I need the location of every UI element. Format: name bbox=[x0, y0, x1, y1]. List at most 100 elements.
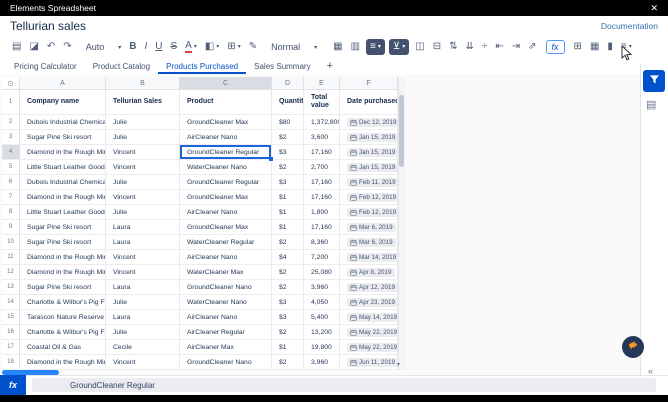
cell-C7[interactable]: GroundCleaner Max bbox=[180, 190, 272, 205]
split-cells-icon[interactable]: ÷ bbox=[480, 40, 490, 54]
cell-F6[interactable]: Feb 11, 2019 bbox=[340, 175, 398, 190]
header-cell-E[interactable]: Total value bbox=[304, 90, 340, 115]
row-number-15[interactable]: 15 bbox=[2, 310, 20, 325]
italic-button[interactable]: I bbox=[142, 40, 149, 54]
cell-B10[interactable]: Laura bbox=[106, 235, 180, 250]
cell-E17[interactable]: 19,800 bbox=[304, 340, 340, 355]
cell-B14[interactable]: Julie bbox=[106, 295, 180, 310]
add-sheet-button[interactable]: + bbox=[319, 60, 341, 74]
cell-A14[interactable]: Charlotte & Wilbur's Pig Farm bbox=[20, 295, 106, 310]
header-cell-F[interactable]: Date purchased bbox=[340, 90, 398, 115]
cell-B17[interactable]: Cecile bbox=[106, 340, 180, 355]
column-header-C[interactable]: C bbox=[180, 77, 272, 90]
cell-B8[interactable]: Julie bbox=[106, 205, 180, 220]
scroll-down-icon[interactable]: ▾ bbox=[397, 361, 400, 368]
cell-B7[interactable]: Vincent bbox=[106, 190, 180, 205]
cell-A4[interactable]: Diamond in the Rough Mine bbox=[20, 145, 106, 160]
indent-increase-icon[interactable]: ⇥ bbox=[510, 40, 522, 54]
cell-A7[interactable]: Diamond in the Rough Mine bbox=[20, 190, 106, 205]
text-color-dropdown[interactable]: A▾ bbox=[183, 40, 199, 54]
font-size-select[interactable]: Auto▾ bbox=[86, 42, 122, 52]
header-cell-A[interactable]: Company name bbox=[20, 90, 106, 115]
cell-B4[interactable]: Vincent bbox=[106, 145, 180, 160]
vertical-align-dropdown[interactable]: ⊻▾ bbox=[389, 39, 409, 55]
row-number-18[interactable]: 18 bbox=[2, 355, 20, 370]
cell-C5[interactable]: WaterCleaner Nano bbox=[180, 160, 272, 175]
cell-E11[interactable]: 7,200 bbox=[304, 250, 340, 265]
cell-F4[interactable]: Jan 15, 2019 bbox=[340, 145, 398, 160]
cell-A5[interactable]: Little Stuart Leather Goods bbox=[20, 160, 106, 175]
cell-C13[interactable]: GroundCleaner Nano bbox=[180, 280, 272, 295]
cell-F14[interactable]: Apr 23, 2019 bbox=[340, 295, 398, 310]
feedback-button[interactable] bbox=[622, 336, 644, 358]
vertical-scrollbar-thumb[interactable] bbox=[399, 95, 404, 167]
cell-E18[interactable]: 3,960 bbox=[304, 355, 340, 370]
row-number-10[interactable]: 10 bbox=[2, 235, 20, 250]
cell-F12[interactable]: Apr 8, 2019 bbox=[340, 265, 398, 280]
row-number-14[interactable]: 14 bbox=[2, 295, 20, 310]
cell-F18[interactable]: Jun 11, 2019 bbox=[340, 355, 398, 370]
documentation-link[interactable]: Documentation bbox=[601, 21, 658, 31]
tab-product-catalog[interactable]: Product Catalog bbox=[85, 60, 158, 74]
cell-E5[interactable]: 2,700 bbox=[304, 160, 340, 175]
cell-A17[interactable]: Coastal Oil & Gas bbox=[20, 340, 106, 355]
cell-A16[interactable]: Charlotte & Wilbur's Pig Farm bbox=[20, 325, 106, 340]
cell-B15[interactable]: Laura bbox=[106, 310, 180, 325]
sort-ascending-icon[interactable]: ⇅ bbox=[447, 40, 459, 54]
cell-F2[interactable]: Dec 12, 2019 bbox=[340, 115, 398, 130]
cell-B2[interactable]: Julie bbox=[106, 115, 180, 130]
cell-A11[interactable]: Diamond in the Rough Mine bbox=[20, 250, 106, 265]
strikethrough-button[interactable]: S bbox=[168, 40, 179, 54]
cell-C16[interactable]: AirCleaner Regular bbox=[180, 325, 272, 340]
row-number-12[interactable]: 12 bbox=[2, 265, 20, 280]
cell-A10[interactable]: Sugar Pine Ski resort bbox=[20, 235, 106, 250]
filter-button[interactable] bbox=[643, 70, 665, 92]
tab-products-purchased[interactable]: Products Purchased bbox=[158, 60, 246, 74]
row-number-6[interactable]: 6 bbox=[2, 175, 20, 190]
close-icon[interactable]: ✕ bbox=[650, 3, 658, 14]
formula-input[interactable]: GroundCleaner Regular bbox=[32, 378, 656, 392]
fill-handle[interactable] bbox=[269, 157, 273, 161]
cell-A6[interactable]: Dubois Industrial Chemicals bbox=[20, 175, 106, 190]
header-cell-C[interactable]: Product bbox=[180, 90, 272, 115]
cell-E7[interactable]: 17,160 bbox=[304, 190, 340, 205]
cell-B13[interactable]: Laura bbox=[106, 280, 180, 295]
cell-B11[interactable]: Vincent bbox=[106, 250, 180, 265]
redo-icon[interactable]: ↷ bbox=[61, 40, 73, 54]
cell-B6[interactable]: Julie bbox=[106, 175, 180, 190]
paint-format-icon[interactable]: ◪ bbox=[27, 40, 40, 54]
horizontal-align-dropdown[interactable]: ≡▾ bbox=[366, 39, 385, 55]
cell-E6[interactable]: 17,160 bbox=[304, 175, 340, 190]
column-header-F[interactable]: F bbox=[340, 77, 398, 90]
tab-sales-summary[interactable]: Sales Summary bbox=[246, 60, 318, 74]
cell-F11[interactable]: Mar 14, 2019 bbox=[340, 250, 398, 265]
cell-E3[interactable]: 3,600 bbox=[304, 130, 340, 145]
cell-E14[interactable]: 4,050 bbox=[304, 295, 340, 310]
cell-F16[interactable]: May 22, 2019 bbox=[340, 325, 398, 340]
cell-A3[interactable]: Sugar Pine Ski resort bbox=[20, 130, 106, 145]
cell-A18[interactable]: Diamond in the Rough Mine bbox=[20, 355, 106, 370]
cell-D8[interactable]: $1 bbox=[272, 205, 304, 220]
bold-button[interactable]: B bbox=[127, 40, 138, 54]
freeze-panes-icon[interactable]: ⊞ bbox=[572, 40, 584, 54]
text-rotate-icon[interactable]: ⇗ bbox=[526, 40, 538, 54]
row-number-2[interactable]: 2 bbox=[2, 115, 20, 130]
header-cell-D[interactable]: Quantity bbox=[272, 90, 304, 115]
column-header-B[interactable]: B bbox=[106, 77, 180, 90]
column-header-A[interactable]: A bbox=[20, 77, 106, 90]
row-number-8[interactable]: 8 bbox=[2, 205, 20, 220]
row-number-16[interactable]: 16 bbox=[2, 325, 20, 340]
row-number-3[interactable]: 3 bbox=[2, 130, 20, 145]
row-number-9[interactable]: 9 bbox=[2, 220, 20, 235]
cell-F7[interactable]: Feb 12, 2019 bbox=[340, 190, 398, 205]
cell-E8[interactable]: 1,800 bbox=[304, 205, 340, 220]
cell-D9[interactable]: $1 bbox=[272, 220, 304, 235]
row-number-13[interactable]: 13 bbox=[2, 280, 20, 295]
cell-F5[interactable]: Jan 15, 2019 bbox=[340, 160, 398, 175]
style-select[interactable]: Normal▾ bbox=[271, 42, 317, 52]
cell-F17[interactable]: May 22, 2019 bbox=[340, 340, 398, 355]
underline-button[interactable]: U bbox=[153, 40, 164, 54]
cell-B3[interactable]: Julie bbox=[106, 130, 180, 145]
cell-C17[interactable]: AirCleaner Max bbox=[180, 340, 272, 355]
cell-D15[interactable]: $3 bbox=[272, 310, 304, 325]
